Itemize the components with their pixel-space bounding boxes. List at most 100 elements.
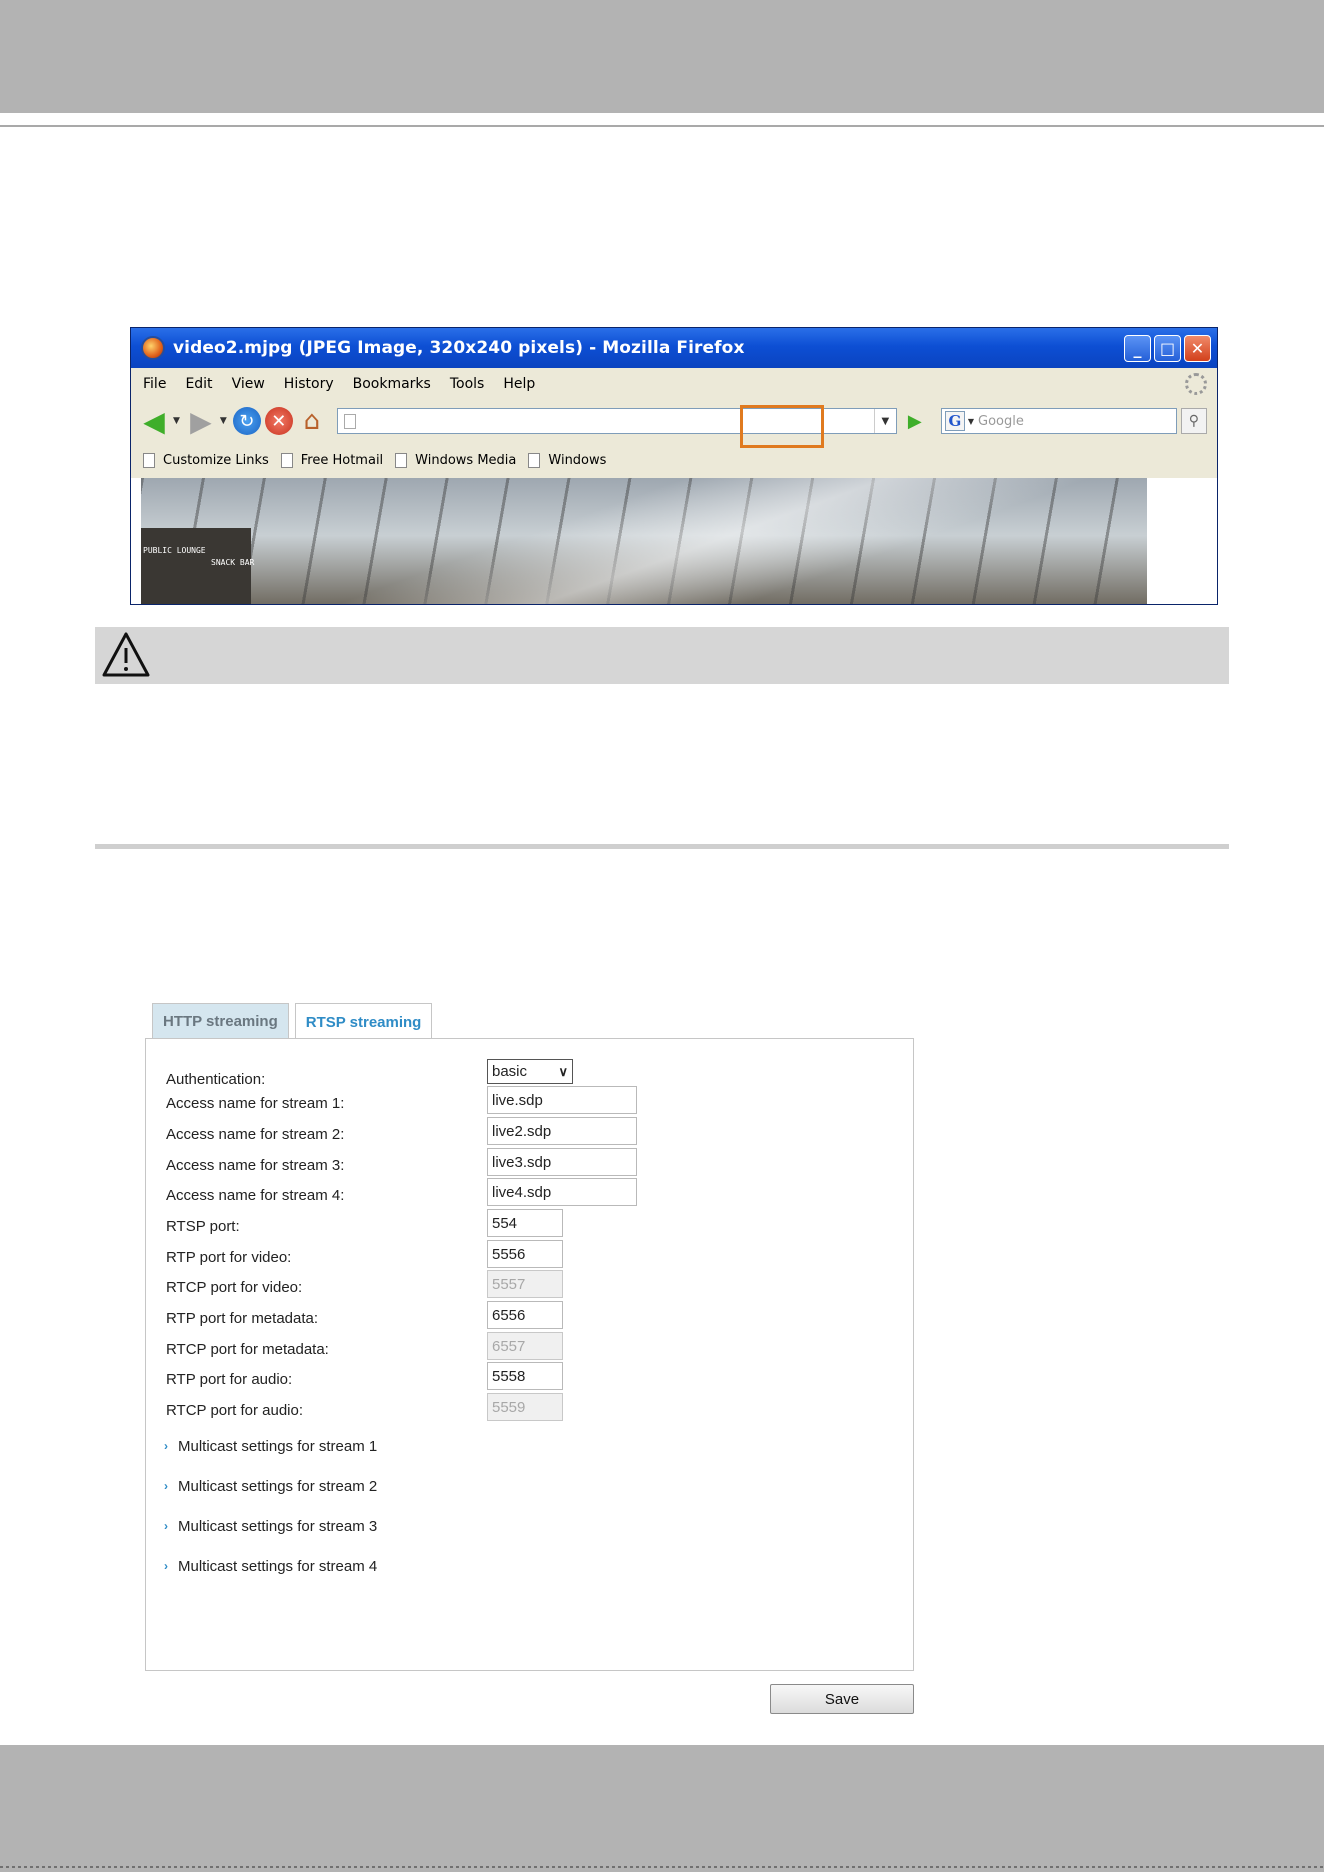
firefox-window: video2.mjpg (JPEG Image, 320x240 pixels)… <box>130 327 1218 605</box>
field-label: RTSP port: <box>166 1217 240 1235</box>
rtcp-port-metadata-input: 6557 <box>487 1332 563 1360</box>
bookmark-item[interactable]: Customize Links <box>143 452 269 468</box>
chevron-right-icon: › <box>164 1479 168 1493</box>
forward-dropdown-icon[interactable]: ▼ <box>220 416 227 426</box>
field-label: RTP port for metadata: <box>166 1309 319 1327</box>
access-name-stream-4-input[interactable]: live4.sdp <box>487 1178 637 1206</box>
menu-tools[interactable]: Tools <box>450 376 485 392</box>
warning-triangle-icon <box>102 632 150 677</box>
photo-sign-text: SNACK BAR <box>211 558 255 567</box>
close-icon[interactable]: ✕ <box>1184 334 1211 362</box>
field-label: Access name for stream 2: <box>166 1125 345 1143</box>
field-label: Access name for stream 3: <box>166 1156 345 1174</box>
multicast-label: Multicast settings for stream 1 <box>178 1437 378 1455</box>
search-engine-dropdown-icon[interactable]: ▼ <box>968 417 974 426</box>
chevron-right-icon: › <box>164 1439 168 1453</box>
access-name-stream-2-input[interactable]: live2.sdp <box>487 1117 637 1145</box>
tab-http-streaming[interactable]: HTTP streaming <box>152 1003 289 1039</box>
home-icon[interactable]: ⌂ <box>297 406 327 436</box>
multicast-stream-1-toggle[interactable]: › Multicast settings for stream 1 <box>164 1432 377 1460</box>
chevron-right-icon: › <box>164 1559 168 1573</box>
multicast-stream-4-toggle[interactable]: › Multicast settings for stream 4 <box>164 1552 377 1580</box>
section-divider <box>95 844 1229 849</box>
go-icon[interactable]: ▶ <box>903 409 927 433</box>
chevron-down-icon: ∨ <box>558 1063 568 1079</box>
bookmark-page-icon <box>528 452 541 468</box>
bookmark-label: Customize Links <box>163 452 269 468</box>
minimize-icon[interactable]: _ <box>1124 334 1151 362</box>
menu-bar: File Edit View History Bookmarks Tools H… <box>131 368 1217 400</box>
access-name-stream-3-input[interactable]: live3.sdp <box>487 1148 637 1176</box>
bookmark-page-icon <box>143 452 155 468</box>
navigation-toolbar: ◀ ▼ ▶ ▼ ↻ ✕ ⌂ ▼ ▶ G ▼ Google ⚲ <box>131 400 1217 448</box>
rtp-port-video-input[interactable]: 5556 <box>487 1240 563 1268</box>
bookmark-item[interactable]: Free Hotmail <box>280 452 384 468</box>
back-dropdown-icon[interactable]: ▼ <box>173 416 180 426</box>
bookmark-label: Windows <box>548 452 607 468</box>
footer-band <box>0 1745 1324 1872</box>
bookmark-label: Free Hotmail <box>300 452 384 468</box>
maximize-icon[interactable]: □ <box>1154 334 1181 362</box>
rtcp-port-video-input: 5557 <box>487 1270 563 1298</box>
rtsp-settings-panel: Authentication: basic ∨ Access name for … <box>145 1038 914 1671</box>
page-content: PUBLIC LOUNGE SNACK BAR <box>131 478 1217 604</box>
menu-bookmarks[interactable]: Bookmarks <box>353 376 431 392</box>
field-label: Access name for stream 4: <box>166 1186 345 1204</box>
field-label: RTP port for video: <box>166 1248 292 1266</box>
google-icon[interactable]: G <box>944 411 965 431</box>
stop-icon[interactable]: ✕ <box>264 407 293 435</box>
header-rule <box>0 125 1324 127</box>
footer-dotted-line <box>0 1866 1324 1868</box>
chevron-right-icon: › <box>164 1519 168 1533</box>
window-title: video2.mjpg (JPEG Image, 320x240 pixels)… <box>173 338 745 358</box>
bookmark-label: Windows Media <box>415 452 517 468</box>
field-label: RTCP port for audio: <box>166 1401 304 1419</box>
field-label: Access name for stream 1: <box>166 1094 345 1112</box>
firefox-title-bar: video2.mjpg (JPEG Image, 320x240 pixels)… <box>131 328 1217 368</box>
url-dropdown-icon[interactable]: ▼ <box>873 409 896 433</box>
magnifier-icon[interactable]: ⚲ <box>1180 408 1207 434</box>
reload-icon[interactable]: ↻ <box>232 407 261 435</box>
menu-help[interactable]: Help <box>503 376 535 392</box>
rtp-port-audio-input[interactable]: 5558 <box>487 1362 563 1390</box>
field-label: RTP port for audio: <box>166 1370 293 1388</box>
field-label: RTCP port for video: <box>166 1278 303 1296</box>
page-icon <box>343 413 356 429</box>
field-label: RTCP port for metadata: <box>166 1340 329 1358</box>
header-band <box>0 0 1324 113</box>
bookmark-page-icon <box>395 452 408 468</box>
rtsp-port-input[interactable]: 554 <box>487 1209 563 1237</box>
search-box[interactable]: G ▼ Google <box>940 408 1177 434</box>
rtp-port-metadata-input[interactable]: 6556 <box>487 1301 563 1329</box>
streaming-tabs: HTTP streaming RTSP streaming <box>152 1003 438 1040</box>
forward-arrow-icon[interactable]: ▶ <box>186 405 216 438</box>
menu-history[interactable]: History <box>284 376 334 392</box>
authentication-select[interactable]: basic ∨ <box>487 1059 573 1084</box>
photo-sign-text: PUBLIC LOUNGE <box>143 546 206 555</box>
rtcp-port-audio-input: 5559 <box>487 1393 563 1421</box>
multicast-stream-2-toggle[interactable]: › Multicast settings for stream 2 <box>164 1472 377 1500</box>
multicast-label: Multicast settings for stream 3 <box>178 1517 378 1535</box>
menu-edit[interactable]: Edit <box>185 376 212 392</box>
camera-snapshot-image: PUBLIC LOUNGE SNACK BAR <box>141 478 1147 604</box>
back-arrow-icon[interactable]: ◀ <box>139 405 169 438</box>
firefox-logo-icon <box>141 336 165 360</box>
access-name-stream-1-input[interactable]: live.sdp <box>487 1086 637 1114</box>
save-button[interactable]: Save <box>770 1684 914 1714</box>
authentication-value: basic <box>492 1063 528 1080</box>
menu-view[interactable]: View <box>232 376 265 392</box>
bookmark-item[interactable]: Windows Media <box>395 452 517 468</box>
bookmark-page-icon <box>280 452 293 468</box>
bookmarks-toolbar: Customize Links Free Hotmail Windows Med… <box>131 442 1217 478</box>
throbber-icon <box>1185 373 1207 395</box>
bookmark-item[interactable]: Windows <box>528 452 607 468</box>
address-bar[interactable]: ▼ <box>336 405 897 448</box>
multicast-label: Multicast settings for stream 2 <box>178 1477 378 1495</box>
address-highlight-box <box>739 405 824 448</box>
search-placeholder: Google <box>978 413 1024 429</box>
multicast-stream-3-toggle[interactable]: › Multicast settings for stream 3 <box>164 1512 377 1540</box>
multicast-label: Multicast settings for stream 4 <box>178 1557 378 1575</box>
menu-file[interactable]: File <box>143 376 166 392</box>
warning-strip <box>95 627 1229 684</box>
tab-rtsp-streaming[interactable]: RTSP streaming <box>294 1003 433 1040</box>
